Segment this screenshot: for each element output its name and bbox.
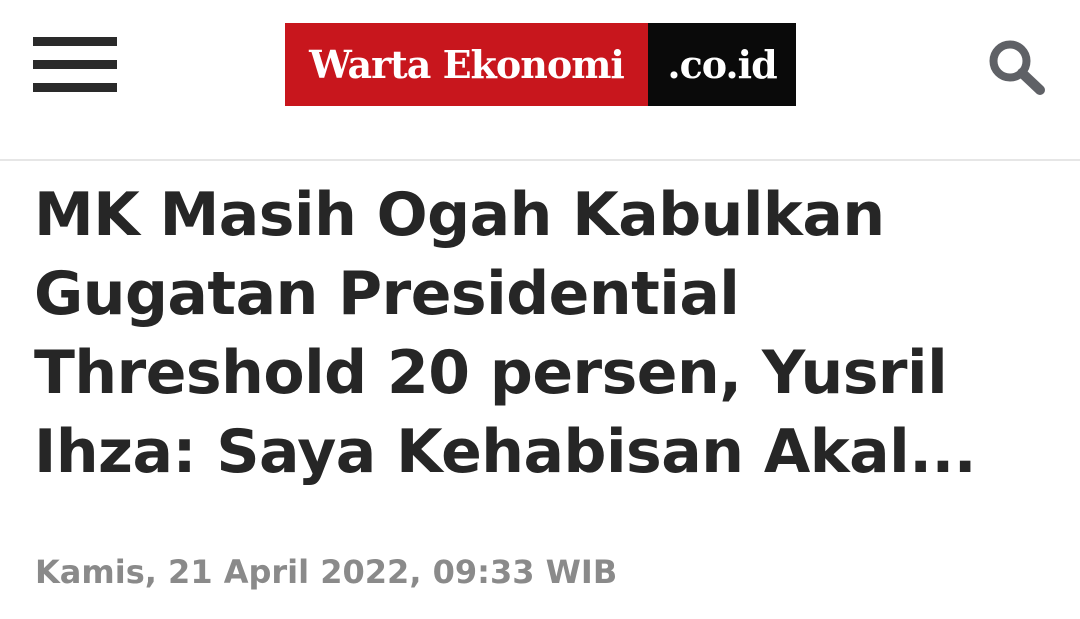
menu-button[interactable] [33, 37, 117, 93]
site-header: Warta Ekonomi .co.id [0, 0, 1080, 161]
article-title: MK Masih Ogah Kabulkan Gugatan President… [34, 180, 977, 487]
site-logo[interactable]: Warta Ekonomi .co.id [285, 23, 796, 106]
search-button[interactable] [986, 37, 1048, 95]
logo-main-text: Warta Ekonomi [285, 23, 648, 106]
article-timestamp: Kamis, 21 April 2022, 09:33 WIB [35, 553, 618, 591]
search-icon [989, 40, 1045, 95]
logo-domain-suffix: .co.id [648, 23, 796, 106]
